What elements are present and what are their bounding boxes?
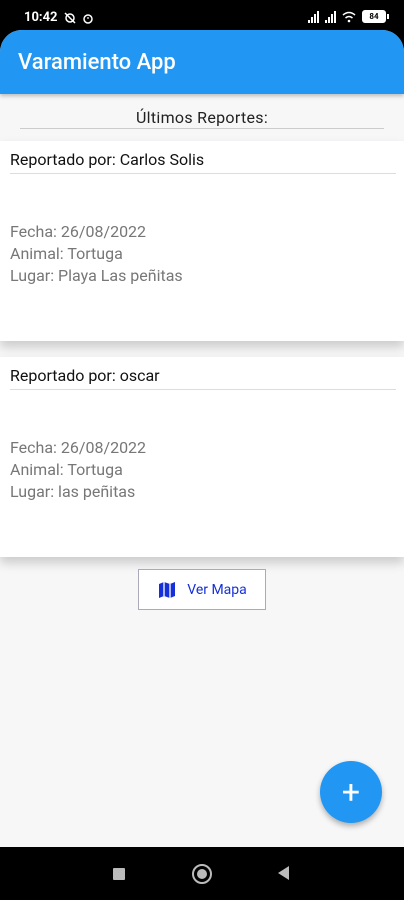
add-icon: + [341,773,361,811]
signal-icon [308,10,319,23]
report-details: Fecha: 26/08/2022 Animal: Tortuga Lugar:… [10,221,183,287]
report-date: Fecha: 26/08/2022 [10,222,147,241]
app-screen: Varamiento App Últimos Reportes: Reporta… [0,30,404,847]
app-bar: Varamiento App [0,30,404,94]
report-details: Fecha: 26/08/2022 Animal: Tortuga Lugar:… [10,437,146,503]
add-report-button[interactable]: + [320,761,382,823]
recent-apps-button[interactable] [113,868,125,880]
report-reporter: Reportado por: Carlos Solis [10,150,205,169]
back-button[interactable] [278,866,289,880]
status-bar: 10:42 84 [0,0,404,34]
app-title: Varamiento App [18,50,176,75]
section-title: Últimos Reportes: [136,108,268,127]
report-card[interactable]: Reportado por: oscar Fecha: 26/08/2022 A… [0,357,404,557]
battery-icon: 84 [362,10,389,23]
signal-icon-2 [325,10,336,23]
navigation-bar [0,847,404,900]
card-divider [10,389,396,390]
alarm-icon [82,13,93,24]
status-time: 10:42 [24,10,58,25]
report-animal: Animal: Tortuga [10,460,123,479]
report-place: Lugar: las peñitas [10,482,136,501]
card-divider [10,173,396,174]
ver-mapa-button[interactable]: Ver Mapa [138,569,266,610]
report-date: Fecha: 26/08/2022 [10,438,147,457]
divider [20,128,384,129]
map-icon [159,581,176,598]
report-card[interactable]: Reportado por: Carlos Solis Fecha: 26/08… [0,141,404,341]
report-animal: Animal: Tortuga [10,244,123,263]
report-reporter: Reportado por: oscar [10,366,160,385]
report-place: Lugar: Playa Las peñitas [10,266,183,285]
wifi-icon [342,11,356,22]
silent-icon [63,11,76,24]
home-button[interactable] [192,864,212,884]
ver-mapa-label: Ver Mapa [187,581,247,598]
